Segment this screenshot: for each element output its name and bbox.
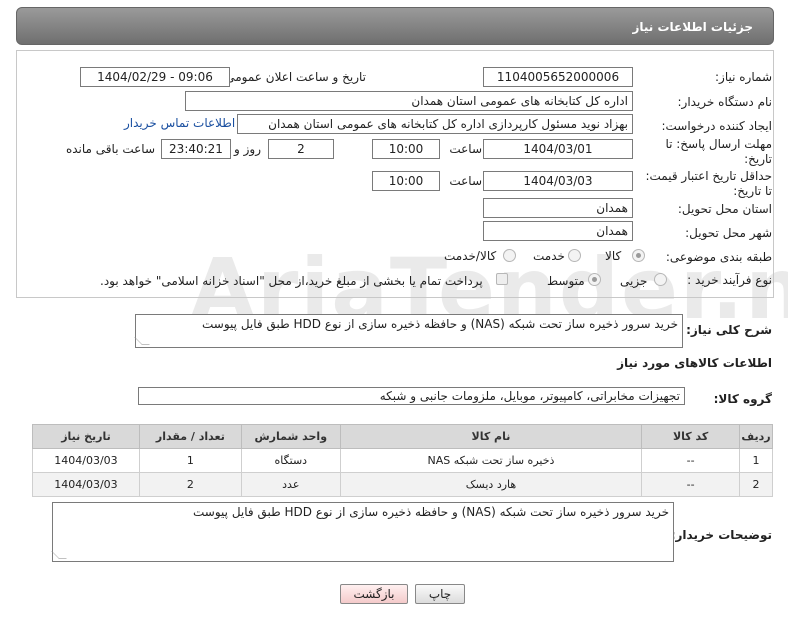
buyer-notes-label: توضیحات خریدار: [670,528,772,542]
process-minor-label: جزیی [620,274,648,288]
announce-label: تاریخ و ساعت اعلان عمومی: [221,70,366,84]
cell-item-code: -- [641,472,741,497]
table-row[interactable]: 2 -- هارد دیسک عدد 2 1404/03/03 [32,472,773,497]
col-need-date: تاریخ نیاز [32,424,140,449]
cell-item-name: ذخیره ساز تحت شبکه NAS [339,448,643,473]
process-label: نوع فرآیند خرید : [687,273,772,287]
panel-title: جزئیات اطلاعات نیاز [16,7,774,45]
col-item-code: کد کالا [641,424,741,449]
days-label: روز و [234,142,261,156]
reply-time-label: ساعت [449,142,482,156]
goods-info-header: اطلاعات کالاهای مورد نیاز [617,356,772,370]
treasury-payment-checkbox[interactable] [496,273,508,285]
cell-need-date: 1404/03/03 [32,472,140,497]
process-medium-radio[interactable] [588,273,601,286]
cell-unit: دستگاه [240,448,341,473]
creator-label: ایجاد کننده درخواست: [661,119,772,133]
price-validity-label: حداقل تاریخ اعتبار قیمت: تا تاریخ: [645,169,772,198]
goods-group-field[interactable]: تجهیزات مخابراتی، کامپیوتر، موبایل، ملزو… [138,387,685,405]
city-label: شهر محل تحویل: [685,226,772,240]
goods-table: ردیف کد کالا نام کالا واحد شمارش تعداد /… [32,424,773,497]
contact-buyer-link[interactable]: اطلاعات تماس خریدار [124,116,235,130]
goods-group-label: گروه کالا: [713,392,772,406]
province-label: استان محل تحویل: [677,202,772,216]
treasury-payment-note: پرداخت تمام یا بخشی از مبلغ خرید،از محل … [100,274,483,288]
days-field[interactable]: 2 [268,139,334,159]
category-service-radio[interactable] [568,249,581,262]
buyer-org-field[interactable]: اداره کل کتابخانه های عمومی استان همدان [185,91,633,111]
process-medium-label: متوسط [547,274,585,288]
remaining-label: ساعت باقی مانده [65,142,155,156]
cell-quantity: 2 [138,472,242,497]
col-item-name: نام کالا [339,424,643,449]
remaining-time-field[interactable]: 23:40:21 [161,139,231,159]
category-label: طبقه بندی موضوعی: [665,250,772,264]
province-field[interactable]: همدان [483,198,633,218]
cell-need-date: 1404/03/03 [32,448,140,473]
city-field[interactable]: همدان [483,221,633,241]
category-goods-radio[interactable] [632,249,645,262]
price-time-label: ساعت [449,174,482,188]
buyer-notes-text: خرید سرور ذخیره ساز تحت شبکه (NAS) و حاف… [193,505,669,519]
creator-field[interactable]: بهزاد نوید مسئول کارپردازی اداره کل کتاب… [237,114,633,134]
reply-time-field[interactable]: 10:00 [372,139,440,159]
cell-quantity: 1 [138,448,242,473]
col-unit: واحد شمارش [240,424,341,449]
cell-row-number: 2 [739,472,773,497]
need-number-field[interactable]: 1104005652000006 [483,67,633,87]
print-button[interactable]: چاپ [415,584,465,604]
reply-date-field[interactable]: 1404/03/01 [483,139,633,159]
col-quantity: تعداد / مقدار [138,424,242,449]
cell-unit: عدد [240,472,341,497]
cell-row-number: 1 [739,448,773,473]
back-button[interactable]: بازگشت [340,584,408,604]
category-goods-service-label: کالا/خدمت [444,249,497,263]
summary-label: شرح کلی نیاز: [686,323,772,337]
buyer-org-label: نام دستگاه خریدار: [677,95,773,109]
buyer-notes-textarea[interactable]: خرید سرور ذخیره ساز تحت شبکه (NAS) و حاف… [51,502,674,562]
cell-item-name: هارد دیسک [339,472,643,497]
category-service-label: خدمت [533,249,565,263]
reply-deadline-label: مهلت ارسال پاسخ: تا تاریخ: [665,137,772,166]
cell-item-code: -- [641,448,741,473]
table-header-row: ردیف کد کالا نام کالا واحد شمارش تعداد /… [32,424,773,449]
price-time-field[interactable]: 10:00 [372,171,440,191]
category-goods-label: کالا [605,249,622,263]
resize-grip-icon[interactable] [134,337,150,345]
summary-text: خرید سرور ذخیره ساز تحت شبکه (NAS) و حاف… [202,317,678,331]
resize-grip-icon[interactable] [51,551,67,559]
price-date-field[interactable]: 1404/03/03 [483,171,633,191]
col-row-number: ردیف [739,424,773,449]
table-row[interactable]: 1 -- ذخیره ساز تحت شبکه NAS دستگاه 1 140… [32,448,773,473]
summary-textarea[interactable]: خرید سرور ذخیره ساز تحت شبکه (NAS) و حاف… [134,314,683,348]
category-goods-service-radio[interactable] [503,249,516,262]
need-number-label: شماره نیاز: [715,70,772,84]
announce-datetime-field[interactable]: 1404/02/29 - 09:06 [80,67,230,87]
process-minor-radio[interactable] [654,273,667,286]
